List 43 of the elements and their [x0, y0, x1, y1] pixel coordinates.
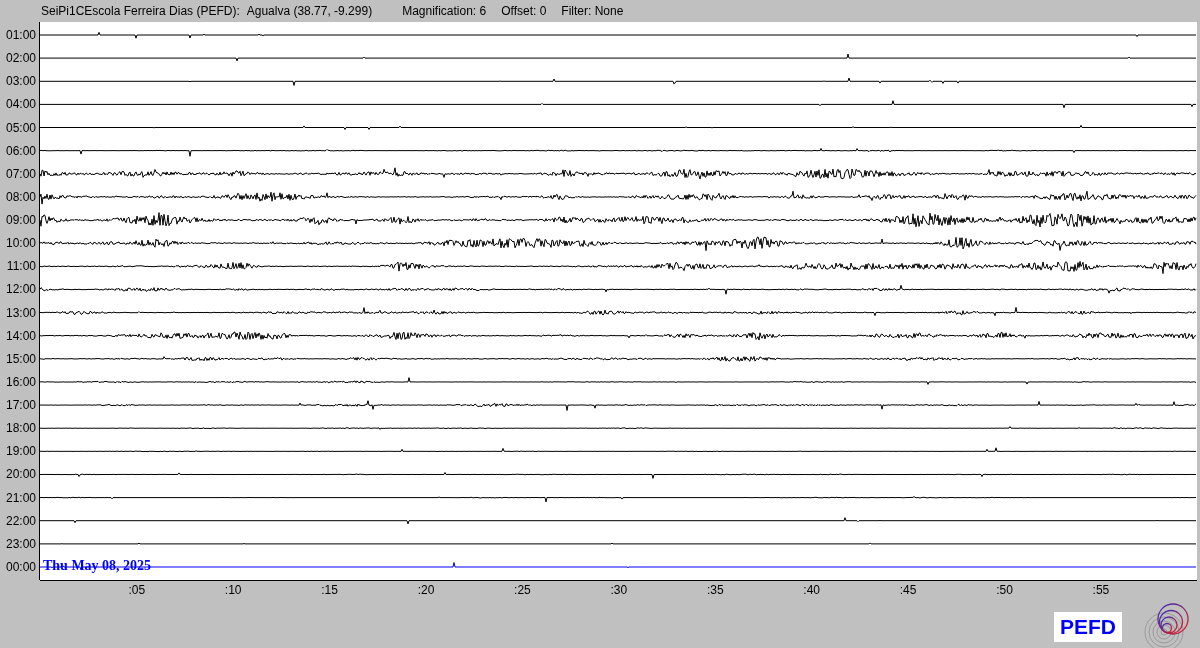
hour-label: 09:00 [5, 213, 36, 228]
concentric-rings-icon [1142, 602, 1192, 648]
hour-label: 12:00 [5, 282, 36, 297]
minute-tick-label: :50 [996, 583, 1013, 597]
magnification-label: Magnification: 6 [402, 4, 487, 18]
hour-label: 17:00 [5, 398, 36, 413]
minute-tick-label: :10 [224, 583, 242, 597]
hour-label: 21:00 [5, 490, 36, 505]
hour-label: 05:00 [5, 120, 36, 135]
hour-label: 23:00 [5, 536, 36, 551]
hour-label: 10:00 [5, 236, 36, 251]
offset-label: Offset: 0 [501, 4, 547, 18]
hour-label: 13:00 [5, 305, 36, 320]
hour-label: 22:00 [5, 513, 36, 528]
hour-label: 01:00 [5, 28, 36, 42]
minute-tick-label: :25 [514, 583, 531, 597]
minute-tick-label: :05 [128, 583, 146, 597]
filter-label: Filter: None [561, 4, 624, 18]
hour-label: 03:00 [5, 74, 36, 89]
station-name: SeiPi1CEscola Ferreira Dias (PEFD): [41, 4, 240, 18]
date-label: Thu May 08, 2025 [43, 558, 152, 574]
minute-tick-label: :40 [803, 583, 820, 597]
hour-label: 18:00 [5, 421, 36, 436]
hour-label: 08:00 [5, 189, 36, 204]
hour-label: 06:00 [5, 143, 36, 158]
hour-label: 14:00 [5, 328, 36, 343]
hour-label: 19:00 [5, 444, 36, 459]
minute-tick-label: :20 [417, 583, 435, 597]
hour-label: 00:00 [5, 560, 36, 574]
minute-tick-label: :35 [706, 583, 724, 597]
minute-tick-label: :30 [610, 583, 628, 597]
hour-label: 02:00 [5, 51, 36, 66]
hour-label: 20:00 [5, 467, 36, 482]
hour-label: 04:00 [5, 97, 36, 112]
minute-tick-label: :55 [1092, 583, 1110, 597]
minute-tick-label: :45 [899, 583, 917, 597]
station-location: Agualva (38.77, -9.299) [246, 4, 373, 18]
hour-label: 07:00 [5, 166, 36, 181]
hour-label: 16:00 [5, 374, 36, 389]
station-logo: PEFD [1054, 612, 1122, 642]
hour-label: 11:00 [6, 259, 36, 274]
minute-tick-label: :15 [321, 583, 338, 597]
hour-label: 15:00 [5, 351, 36, 366]
